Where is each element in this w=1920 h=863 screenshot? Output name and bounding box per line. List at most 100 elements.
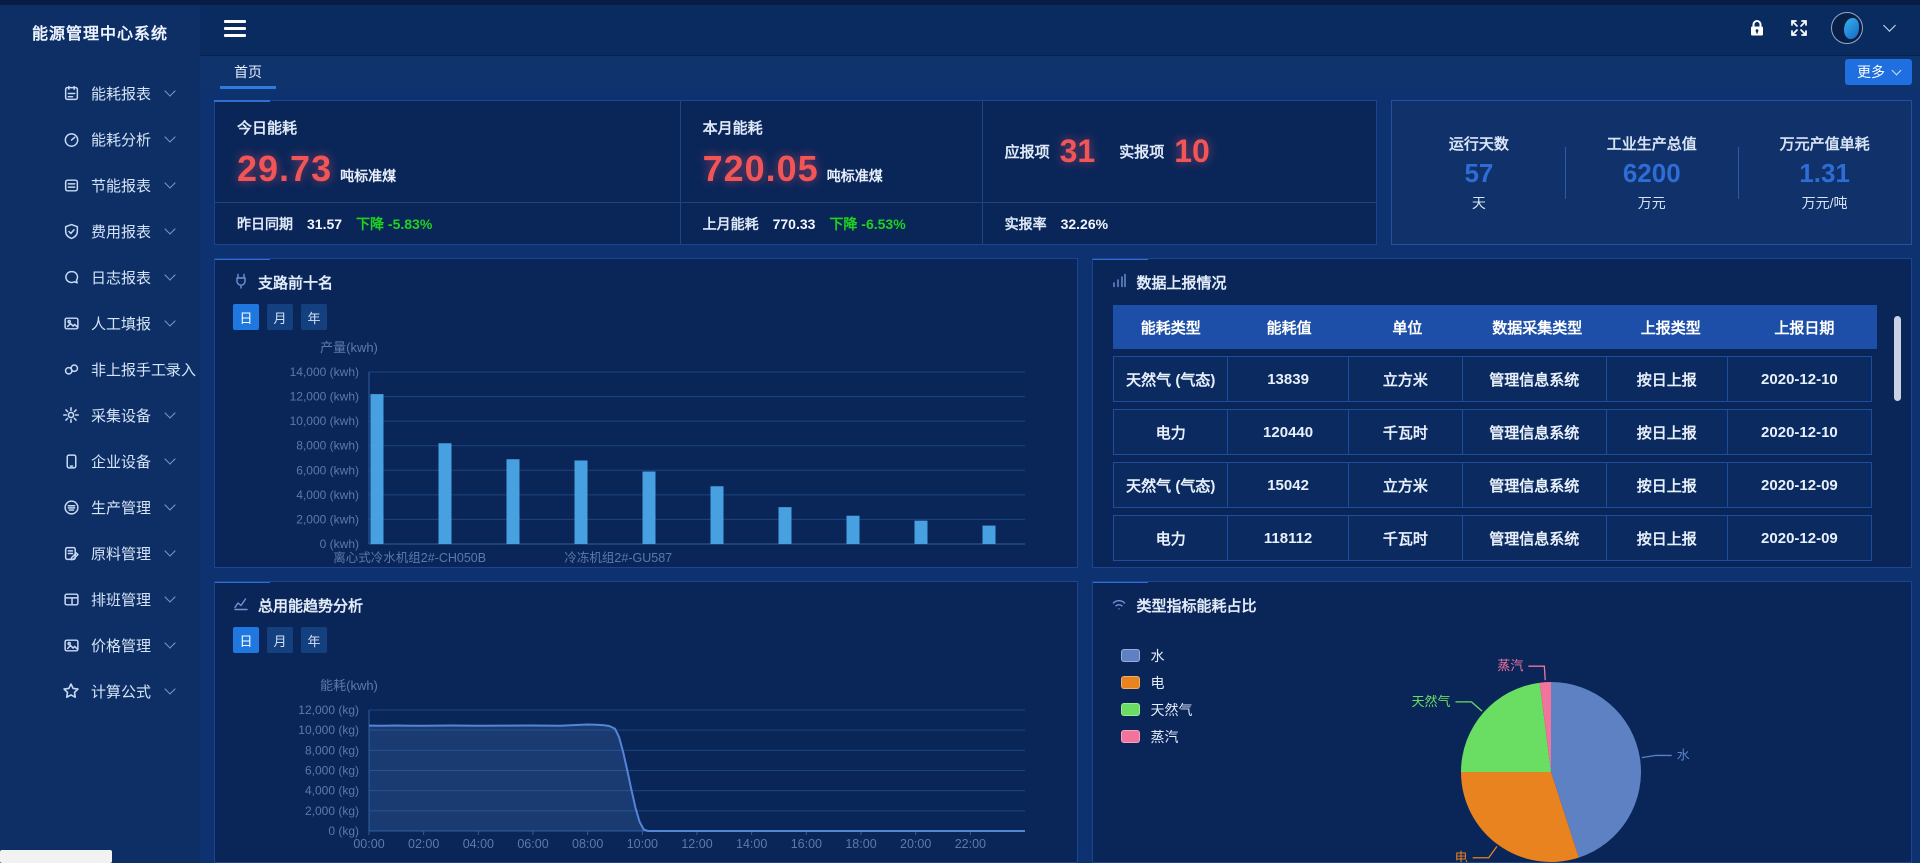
last-month-trend: 下降 -6.53% [829,214,905,234]
production-icon [62,498,80,516]
chevron-down-icon [164,315,175,326]
table-cell: 天然气 (气态) [1113,356,1228,402]
yesterday-label: 昨日同期 [237,214,293,234]
table-scrollbar-thumb[interactable] [1894,316,1901,401]
table-row: 电力120440千瓦时管理信息系统按日上报2020-12-10 [1113,409,1877,455]
branch-bar-chart: 产量(kwh)0 (kwh)2,000 (kwh)4,000 (kwh)6,00… [219,336,1069,568]
avatar[interactable] [1831,12,1863,44]
legend-label: 蒸汽 [1150,727,1178,747]
period-toggle-2[interactable]: 年 [301,304,327,330]
star-icon [62,682,80,700]
period-toggle-2[interactable]: 年 [301,627,327,653]
bars [371,394,996,544]
sidebar-item-3[interactable]: 费用报表 [0,208,200,254]
legend-label: 天然气 [1150,700,1192,720]
report-icon [62,84,80,102]
table-cell: 按日上报 [1606,409,1728,455]
stat-run-days: 运行天数 57 天 [1392,133,1565,213]
svg-text:8,000 (kwh): 8,000 (kwh) [296,439,359,453]
more-button-label: 更多 [1857,62,1885,82]
report-rate-value: 32.26% [1061,216,1108,232]
sidebar-item-1[interactable]: 能耗分析 [0,116,200,162]
sidebar-item-9[interactable]: 生产管理 [0,484,200,530]
tab-home[interactable]: 首页 [212,56,284,89]
app-root: 能源管理中心系统 能耗报表能耗分析节能报表费用报表日志报表人工填报非上报手工录入… [0,0,1920,863]
lock-icon[interactable] [1747,18,1767,38]
chevron-down-icon[interactable] [1883,19,1896,32]
sidebar-item-13[interactable]: 计算公式 [0,668,200,714]
legend-swatch [1121,730,1140,743]
trend-line-chart: 能耗(kwh)0 (kg)2,000 (kg)4,000 (kg)6,000 (… [219,659,1069,859]
svg-text:10,000 (kwh): 10,000 (kwh) [290,414,359,428]
svg-text:2,000 (kg): 2,000 (kg) [305,804,359,818]
svg-text:2,000 (kwh): 2,000 (kwh) [296,512,359,526]
period-toggle-0[interactable]: 日 [233,304,259,330]
chevron-down-icon [164,637,175,648]
period-toggle-1[interactable]: 月 [267,627,293,653]
svg-text:22:00: 22:00 [955,837,986,851]
svg-text:产量(kwh): 产量(kwh) [320,340,378,355]
table-cell: 立方米 [1348,356,1463,402]
chevron-down-icon [164,683,175,694]
sidebar-item-8[interactable]: 企业设备 [0,438,200,484]
chat-icon [62,268,80,286]
legend-item-天然气[interactable]: 天然气 [1121,696,1192,723]
topbar [200,0,1920,55]
last-month-label: 上月能耗 [703,214,759,234]
sidebar-item-10[interactable]: 原料管理 [0,530,200,576]
table-cell: 管理信息系统 [1462,356,1607,402]
today-energy-unit: 吨标准煤 [340,166,396,186]
sidebar-item-label: 日志报表 [91,267,151,288]
horizontal-scrollbar-thumb[interactable] [0,850,112,863]
fullscreen-icon[interactable] [1789,18,1809,38]
svg-text:6,000 (kwh): 6,000 (kwh) [296,463,359,477]
gear-icon [62,406,80,424]
legend-item-电[interactable]: 电 [1121,669,1192,696]
svg-text:电: 电 [1455,850,1468,862]
table-cell: 2020-12-09 [1727,515,1872,561]
legend-item-蒸汽[interactable]: 蒸汽 [1121,723,1192,750]
sidebar-item-12[interactable]: 价格管理 [0,622,200,668]
sidebar-item-4[interactable]: 日志报表 [0,254,200,300]
sidebar-item-label: 采集设备 [91,405,151,426]
legend-swatch [1121,676,1140,689]
more-chevron-icon [1892,66,1902,76]
period-toggle-0[interactable]: 日 [233,627,259,653]
legend-swatch [1121,703,1140,716]
svg-text:8,000 (kg): 8,000 (kg) [305,743,359,757]
sidebar-item-0[interactable]: 能耗报表 [0,70,200,116]
svg-text:16:00: 16:00 [791,837,822,851]
svg-text:12:00: 12:00 [681,837,712,851]
charts-row-2: 总用能趋势分析 日月年 能耗(kwh)0 (kg)2,000 (kg)4,000… [214,581,1912,863]
sidebar-item-label: 生产管理 [91,497,151,518]
material-icon [62,544,80,562]
legend-item-水[interactable]: 水 [1121,642,1192,669]
table-row: 电力118112千瓦时管理信息系统按日上报2020-12-09 [1113,515,1877,561]
sidebar-item-2[interactable]: 节能报表 [0,162,200,208]
energy-kpi-panel: 今日能耗 29.73 吨标准煤 本月能耗 720.05 吨标准煤 [214,100,1377,245]
svg-text:06:00: 06:00 [517,837,548,851]
signal-icon [1111,273,1127,293]
tab-home-label: 首页 [234,62,262,82]
svg-text:离心式冷水机组2#-CH050B: 离心式冷水机组2#-CH050B [333,550,486,565]
sidebar-item-7[interactable]: 采集设备 [0,392,200,438]
branch-icon [233,273,249,293]
chevron-down-icon [164,591,175,602]
topbar-icons [1747,12,1894,44]
last-month-value: 770.33 [773,216,816,232]
stat-output-value: 工业生产总值 6200 万元 [1565,133,1738,213]
sidebar-item-5[interactable]: 人工填报 [0,300,200,346]
tabbar: 首页 更多 [200,55,1920,88]
column-header: 能耗类型 [1113,305,1228,349]
hamburger-icon[interactable] [224,15,246,41]
actual-items-value: 10 [1174,133,1210,170]
svg-text:蒸汽: 蒸汽 [1498,658,1524,673]
period-toggle-1[interactable]: 月 [267,304,293,330]
sidebar-item-11[interactable]: 排班管理 [0,576,200,622]
month-energy-value: 720.05 [703,148,819,190]
sidebar-item-6[interactable]: 非上报手工录入 [0,346,200,392]
chevron-down-icon [164,85,175,96]
table-cell: 立方米 [1348,462,1463,508]
pie-panel: 类型指标能耗占比 水电天然气蒸汽 水电天然气蒸汽 [1092,581,1912,863]
more-button[interactable]: 更多 [1845,59,1912,85]
